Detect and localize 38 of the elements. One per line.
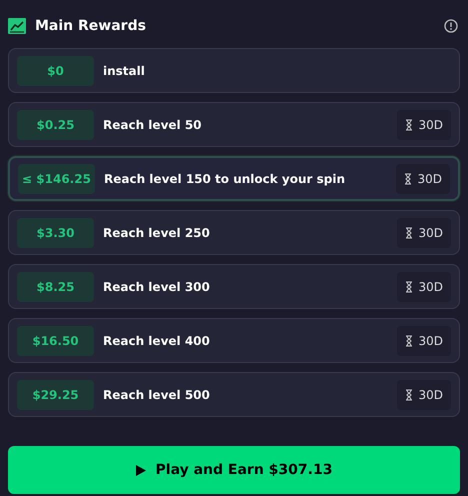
reward-label: Reach level 250: [103, 224, 210, 242]
reward-label: Reach level 150 to unlock your spin: [104, 170, 346, 188]
reward-row[interactable]: $8.25 Reach level 300 30D: [8, 264, 460, 309]
reward-label: Reach level 500: [103, 386, 210, 404]
reward-row[interactable]: ≤ $146.25 Reach level 150 to unlock your spin 30D: [8, 156, 460, 201]
reward-row[interactable]: $0 install: [8, 48, 460, 93]
play-button[interactable]: Play and Earn $307.13: [8, 446, 460, 494]
reward-amount: $3.30: [17, 218, 94, 248]
hourglass-icon: [405, 388, 414, 400]
timer-badge: 30D: [396, 164, 450, 194]
reward-row[interactable]: $16.50 Reach level 400 30D: [8, 318, 460, 363]
timer-badge: 30D: [397, 218, 451, 248]
hourglass-icon: [405, 280, 414, 292]
play-icon: [136, 464, 146, 476]
reward-amount: $0.25: [17, 110, 94, 140]
timer-badge: 30D: [397, 326, 451, 356]
reward-row[interactable]: $3.30 Reach level 250 30D: [8, 210, 460, 255]
reward-row[interactable]: $29.25 Reach level 500 30D: [8, 372, 460, 417]
reward-label: Reach level 400: [103, 332, 210, 350]
hourglass-icon: [405, 226, 414, 238]
reward-amount: $29.25: [17, 380, 94, 410]
timer-badge: 30D: [397, 272, 451, 302]
reward-amount: $8.25: [17, 272, 94, 302]
section-title: Main Rewards: [35, 16, 146, 36]
hourglass-icon: [404, 172, 412, 184]
reward-amount: ≤ $146.25: [18, 164, 95, 194]
timer-badge: 30D: [397, 380, 451, 410]
info-icon[interactable]: [444, 19, 458, 33]
reward-row[interactable]: $0.25 Reach level 50 30D: [8, 102, 460, 147]
hourglass-icon: [405, 118, 414, 130]
reward-label: install: [103, 62, 145, 80]
hourglass-icon: [405, 334, 414, 346]
reward-amount: $0: [17, 56, 94, 86]
reward-amount: $16.50: [17, 326, 94, 356]
reward-label: Reach level 50: [103, 116, 202, 134]
reward-label: Reach level 300: [103, 278, 210, 296]
chart-icon: [8, 18, 26, 34]
timer-badge: 30D: [397, 110, 451, 140]
